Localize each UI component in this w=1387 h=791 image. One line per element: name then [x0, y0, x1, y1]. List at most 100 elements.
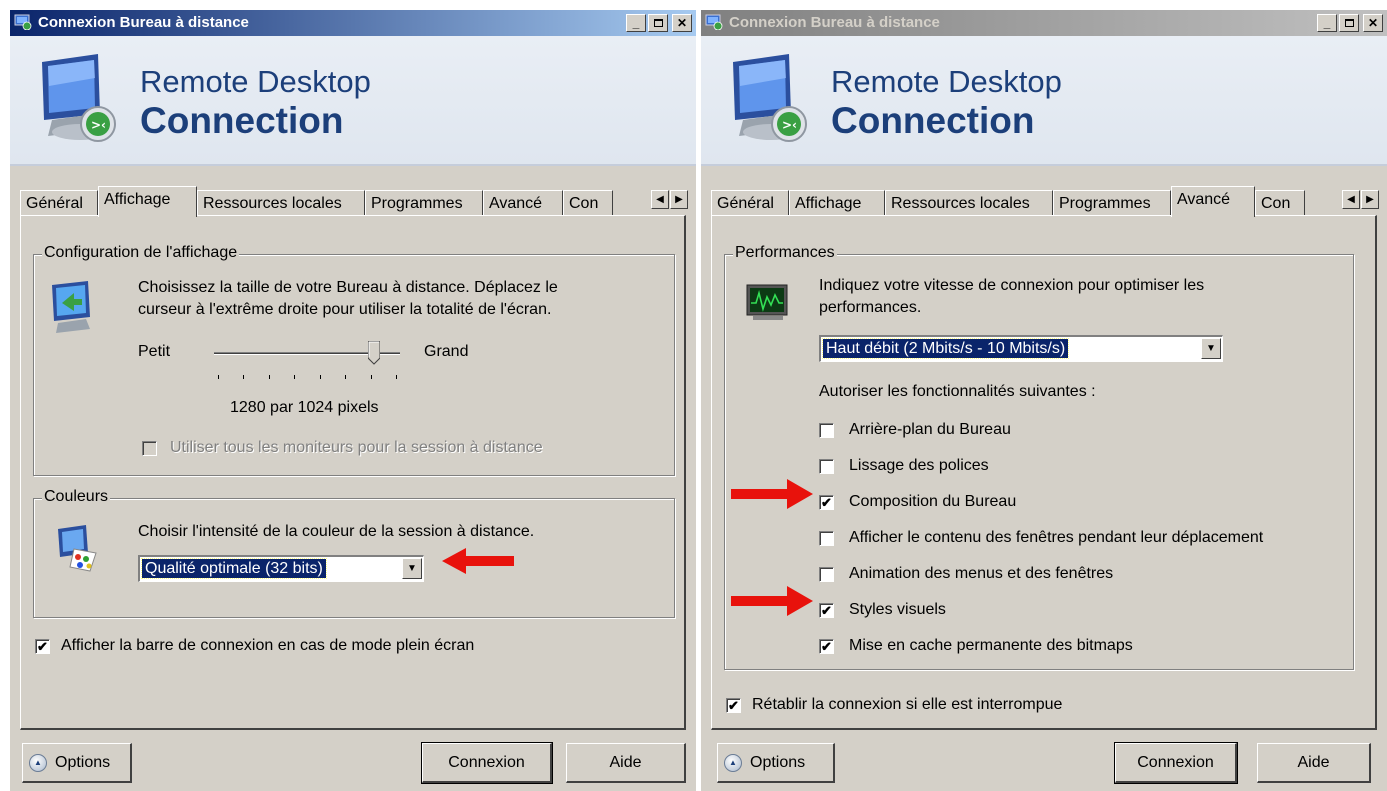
- tab-programmes[interactable]: Programmes: [365, 190, 483, 216]
- display-description-line1: Choisissez la taille de votre Bureau à d…: [138, 279, 558, 296]
- fullscreen-bar-label: Afficher la barre de connexion en cas de…: [61, 637, 475, 654]
- dropdown-arrow-icon[interactable]: ▼: [402, 558, 422, 579]
- window-title: Connexion Bureau à distance: [729, 14, 940, 31]
- remote-desktop-app-icon: [705, 14, 723, 30]
- maximize-icon: [1344, 19, 1354, 27]
- color-depth-dropdown[interactable]: Qualité optimale (32 bits) ▼: [138, 555, 424, 582]
- options-expand-icon: ▲: [724, 753, 742, 772]
- tab-programmes[interactable]: Programmes: [1053, 190, 1171, 216]
- options-button[interactable]: ▲ Options: [717, 743, 835, 783]
- options-button[interactable]: ▲ Options: [22, 743, 132, 783]
- tab-affichage[interactable]: Affichage: [98, 186, 197, 217]
- tab-panel-avance: Performances Indiquez votre vitesse de c…: [711, 215, 1377, 730]
- svg-text:>‹: >‹: [91, 118, 106, 132]
- monitor-display-icon: [52, 281, 90, 333]
- banner: >‹ Remote Desktop Connection: [701, 36, 1387, 166]
- perf-option-checkbox[interactable]: [819, 459, 834, 474]
- title-bar[interactable]: Connexion Bureau à distance _ ✕: [10, 10, 696, 36]
- tab-scroll-right-button[interactable]: ▶: [1361, 190, 1379, 209]
- slider-min-label: Petit: [138, 343, 171, 360]
- minimize-button[interactable]: _: [1317, 14, 1337, 32]
- multi-monitor-label: Utiliser tous les moniteurs pour la sess…: [170, 439, 543, 456]
- perf-option-checkbox[interactable]: [819, 531, 834, 546]
- red-arrow-annotation: [442, 548, 514, 574]
- rdc-window-display: Connexion Bureau à distance _ ✕ >‹ Remot…: [10, 10, 696, 791]
- banner-title-line2: Connection: [831, 100, 1035, 141]
- maximize-icon: [653, 19, 663, 27]
- tab-connexion-truncated[interactable]: Con: [1255, 190, 1305, 216]
- slider-tick: [268, 375, 270, 379]
- slider-tick: [218, 375, 219, 379]
- options-label: Options: [55, 753, 111, 771]
- arrow-left-icon: ◀: [1347, 194, 1355, 205]
- help-button[interactable]: Aide: [566, 743, 686, 783]
- slider-max-label: Grand: [424, 343, 469, 360]
- perf-option-label: Lissage des polices: [849, 457, 989, 474]
- tab-ressources-locales[interactable]: Ressources locales: [197, 190, 365, 216]
- tab-avance[interactable]: Avancé: [1171, 186, 1255, 217]
- perf-option-checkbox[interactable]: [819, 423, 834, 438]
- color-depth-selected: Qualité optimale (32 bits): [141, 558, 327, 579]
- banner: >‹ Remote Desktop Connection: [10, 36, 696, 166]
- window-title: Connexion Bureau à distance: [38, 14, 249, 31]
- group-legend: Configuration de l'affichage: [42, 244, 240, 262]
- tab-connexion-truncated[interactable]: Con: [563, 190, 613, 216]
- tab-general[interactable]: Général: [711, 190, 789, 216]
- maximize-button[interactable]: [648, 14, 668, 32]
- display-config-group: Configuration de l'affichage Choisissez …: [33, 244, 675, 476]
- slider-tick: [319, 375, 321, 379]
- minimize-icon: _: [1323, 16, 1331, 30]
- perf-option-label: Styles visuels: [849, 601, 946, 618]
- rdc-window-advanced: Connexion Bureau à distance _ ✕ >‹ Remot…: [701, 10, 1387, 791]
- reconnect-checkbox[interactable]: ✔: [726, 698, 741, 713]
- perf-option-checkbox[interactable]: ✔: [819, 495, 834, 510]
- perf-option-checkbox[interactable]: [819, 567, 834, 582]
- resolution-slider-thumb[interactable]: [367, 341, 380, 365]
- remote-desktop-logo-icon: >‹: [42, 54, 116, 142]
- tab-panel-affichage: Configuration de l'affichage Choisissez …: [20, 215, 686, 730]
- multi-monitor-checkbox[interactable]: [142, 441, 157, 456]
- tab-avance[interactable]: Avancé: [483, 190, 563, 216]
- tab-scroll-left-button[interactable]: ◀: [651, 190, 669, 209]
- close-button[interactable]: ✕: [1363, 14, 1383, 32]
- perf-option-label: Animation des menus et des fenêtres: [849, 565, 1114, 582]
- tab-ressources-locales[interactable]: Ressources locales: [885, 190, 1053, 216]
- maximize-button[interactable]: [1339, 14, 1359, 32]
- performance-description-line1: Indiquez votre vitesse de connexion pour…: [819, 277, 1205, 294]
- tab-scroll-right-button[interactable]: ▶: [670, 190, 688, 209]
- checkmark-icon: ✔: [37, 639, 48, 654]
- options-expand-icon: ▲: [29, 753, 47, 772]
- banner-title-line1: Remote Desktop: [140, 64, 371, 99]
- slider-tick: [396, 375, 397, 379]
- perf-option-checkbox[interactable]: ✔: [819, 639, 834, 654]
- close-icon: ✕: [676, 16, 688, 30]
- checkmark-icon: ✔: [821, 603, 832, 618]
- perf-option-checkbox[interactable]: ✔: [819, 603, 834, 618]
- perf-option-label: Composition du Bureau: [849, 493, 1017, 510]
- tab-strip: Général Affichage Ressources locales Pro…: [711, 186, 1383, 217]
- performance-monitor-icon: [746, 284, 788, 320]
- connection-speed-dropdown[interactable]: Haut débit (2 Mbits/s - 10 Mbits/s) ▼: [819, 335, 1223, 362]
- tab-scroll-left-button[interactable]: ◀: [1342, 190, 1360, 209]
- red-arrow-annotation-composition: [731, 479, 813, 509]
- svg-text:>‹: >‹: [782, 118, 797, 132]
- checkmark-icon: ✔: [821, 639, 832, 654]
- close-button[interactable]: ✕: [672, 14, 692, 32]
- performance-description-line2: performances.: [819, 299, 922, 316]
- title-bar[interactable]: Connexion Bureau à distance _ ✕: [701, 10, 1387, 36]
- red-arrow-annotation-visual-styles: [731, 586, 813, 616]
- tab-general[interactable]: Général: [20, 190, 98, 216]
- minimize-button[interactable]: _: [626, 14, 646, 32]
- perf-option-label: Arrière-plan du Bureau: [849, 421, 1011, 438]
- group-legend: Performances: [733, 244, 837, 262]
- fullscreen-bar-checkbox[interactable]: ✔: [35, 639, 50, 654]
- connect-button[interactable]: Connexion: [421, 742, 553, 784]
- banner-title-line1: Remote Desktop: [831, 64, 1062, 99]
- slider-tick: [243, 375, 245, 379]
- checkmark-icon: ✔: [821, 495, 832, 510]
- connect-button[interactable]: Connexion: [1114, 742, 1238, 784]
- tab-affichage[interactable]: Affichage: [789, 190, 885, 216]
- help-button[interactable]: Aide: [1257, 743, 1371, 783]
- remote-desktop-logo-icon: >‹: [733, 54, 807, 142]
- dropdown-arrow-icon[interactable]: ▼: [1201, 338, 1221, 359]
